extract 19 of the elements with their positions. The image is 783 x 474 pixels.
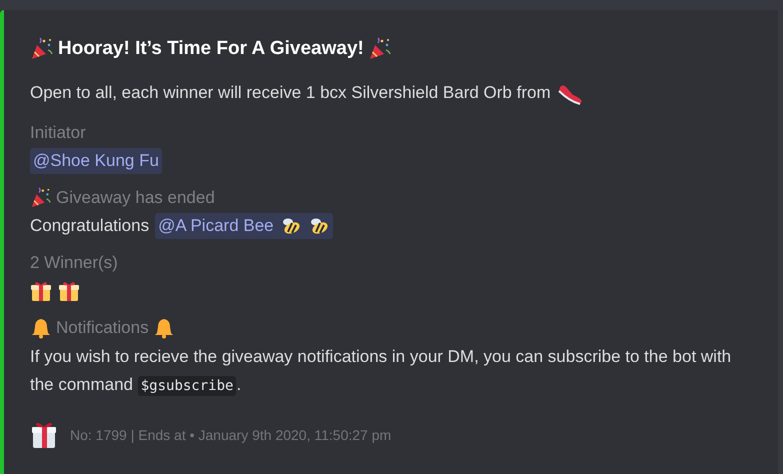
user-mention[interactable]: @A Picard Bee: [155, 213, 333, 239]
party-popper-icon: [30, 37, 54, 61]
field-name: Giveaway has ended: [56, 187, 215, 209]
user-mention[interactable]: @Shoe Kung Fu: [30, 148, 162, 174]
field-name: Notifications: [56, 317, 149, 339]
bell-icon: [30, 317, 52, 339]
field-name: 2 Winner(s): [30, 252, 118, 274]
gift-icon: [30, 420, 58, 450]
embed-footer: No: 1799 | Ends at • January 9th 2020, 11:50:27 pm: [70, 424, 392, 446]
gift-icon: [30, 280, 52, 302]
party-popper-icon: [30, 187, 52, 209]
embed-description: Open to all, each winner will receive 1 bcx Silvershield Bard Orb from: [30, 82, 551, 104]
gift-icon: [58, 280, 80, 302]
field-name: Initiator: [30, 122, 86, 144]
party-popper-icon: [368, 37, 392, 61]
field-value: Congratulations: [30, 215, 150, 237]
field-value: If you wish to recieve the giveaway notifications in your DM, you can subscribe to the bot with the command $gsubscribe .: [30, 346, 732, 398]
bell-icon: [152, 317, 175, 339]
embed-title: Hooray! It’s Time For A Giveaway!: [58, 37, 364, 61]
